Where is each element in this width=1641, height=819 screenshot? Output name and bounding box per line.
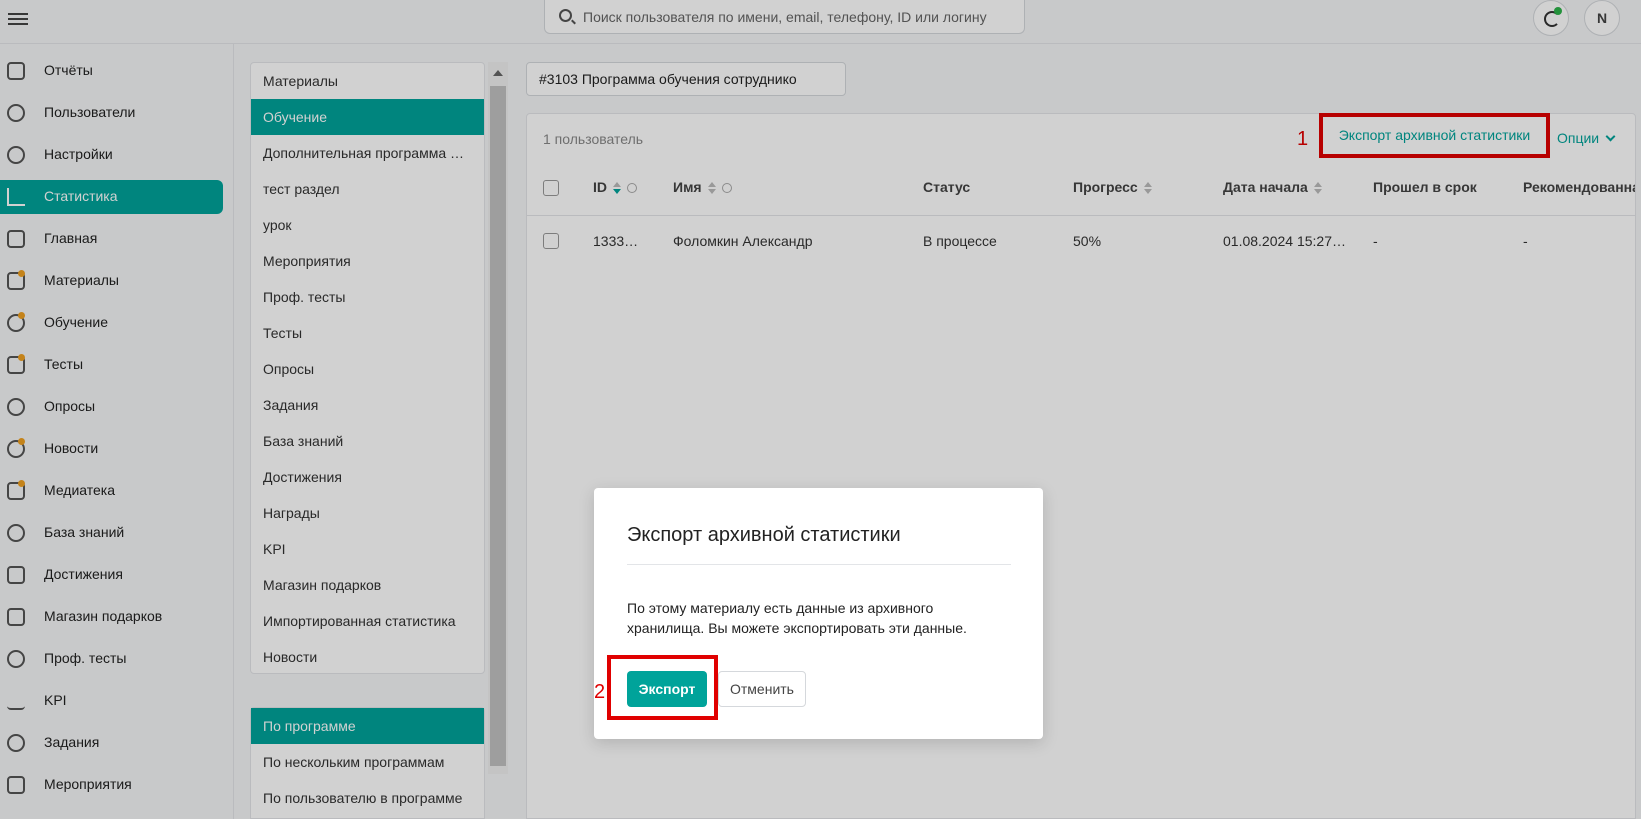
dialog-title: Экспорт архивной статистики [627,524,901,546]
export-button[interactable]: Экспорт [627,671,707,707]
cancel-button[interactable]: Отменить [718,671,806,707]
dialog-message: По этому материалу есть данные из архивн… [627,600,967,636]
annotation-marker-2: 2 [594,681,606,703]
dialog-divider [627,564,1011,565]
